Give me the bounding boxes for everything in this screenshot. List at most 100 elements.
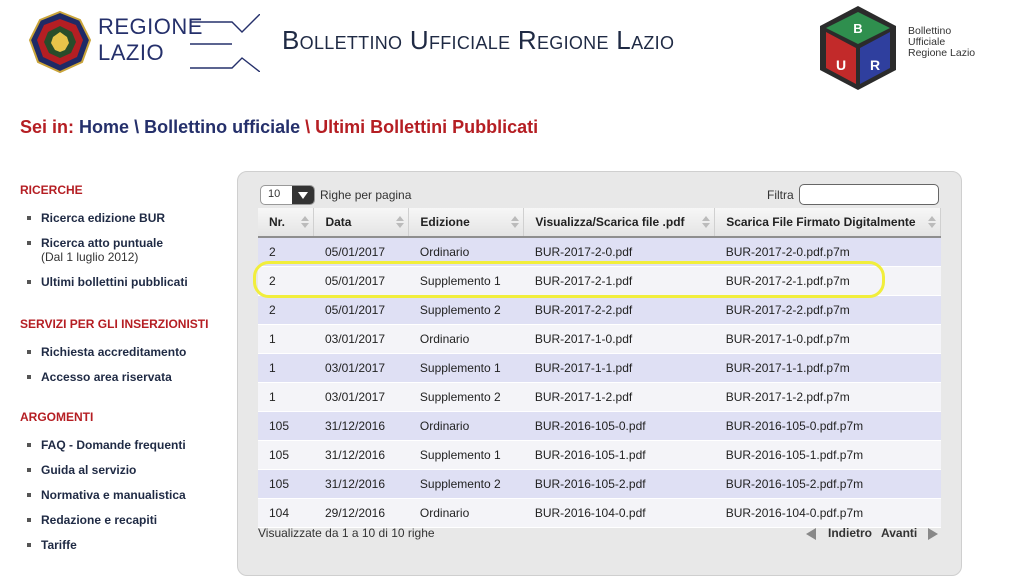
sort-icon[interactable] — [511, 216, 520, 229]
sidebar-heading: SERVIZI PER GLI INSERZIONISTI — [20, 317, 209, 331]
page-title: Bollettino Ufficiale Regione Lazio — [282, 25, 675, 55]
sidebar-item-richiesta-accreditamento[interactable]: Richiesta accreditamento — [20, 345, 230, 359]
cell-edizione: Ordinario — [408, 324, 524, 354]
sidebar-item-faq[interactable]: FAQ - Domande frequenti — [20, 438, 230, 452]
cell-p7m-link[interactable]: BUR-2017-2-2.pdf.p7m — [714, 295, 941, 325]
table-pager: Visualizzate da 1 a 10 di 10 righe Indie… — [258, 526, 941, 542]
column-header-edizione[interactable]: Edizione — [408, 208, 525, 238]
table-row[interactable]: 1 03/01/2017 Ordinario BUR-2017-1-0.pdf BUR-… — [258, 324, 941, 354]
cell-p7m-link[interactable]: BUR-2017-1-0.pdf.p7m — [714, 324, 941, 354]
cell-data: 03/01/2017 — [313, 324, 409, 354]
pager-next-button[interactable]: Avanti — [881, 526, 917, 540]
cell-pdf-link[interactable]: BUR-2017-2-1.pdf — [523, 266, 715, 296]
bur-cube-logo-icon[interactable]: B U R — [816, 4, 900, 92]
sidebar-item-ricerca-edizione[interactable]: Ricerca edizione BUR — [20, 211, 230, 225]
sidebar-item-tariffe[interactable]: Tariffe — [20, 538, 230, 552]
regione-line1: REGIONE — [98, 14, 203, 39]
page-size-value: 10 — [268, 188, 281, 200]
sort-icon[interactable] — [396, 216, 405, 229]
cell-pdf-link[interactable]: BUR-2017-1-2.pdf — [523, 382, 715, 412]
sidebar-item-label: Normativa e manualistica — [41, 488, 186, 502]
cell-p7m-link[interactable]: BUR-2017-1-2.pdf.p7m — [714, 382, 941, 412]
breadcrumb-section-link[interactable]: Bollettino ufficiale — [144, 117, 300, 137]
cell-data: 29/12/2016 — [313, 498, 409, 528]
cell-nr: 105 — [258, 440, 314, 470]
cell-pdf-link[interactable]: BUR-2016-105-2.pdf — [523, 469, 715, 499]
bur-letter-b: B — [853, 21, 862, 36]
cell-data: 31/12/2016 — [313, 411, 409, 441]
cell-nr: 105 — [258, 411, 314, 441]
cell-pdf-link[interactable]: BUR-2016-104-0.pdf — [523, 498, 715, 528]
page-size-select[interactable]: 10 — [260, 185, 315, 205]
sidebar-item-label: FAQ - Domande frequenti — [41, 438, 186, 452]
column-header-p7m[interactable]: Scarica File Firmato Digitalmente — [714, 208, 941, 238]
breadcrumb-current: Ultimi Bollettini Pubblicati — [315, 117, 539, 137]
sidebar-item-ricerca-atto[interactable]: Ricerca atto puntuale (Dal 1 luglio 2012) — [20, 236, 230, 264]
cell-p7m-link[interactable]: BUR-2016-105-2.pdf.p7m — [714, 469, 941, 499]
sort-icon[interactable] — [928, 216, 936, 229]
table-row[interactable]: 2 05/01/2017 Supplemento 2 BUR-2017-2-2.pdf… — [258, 295, 941, 325]
cell-nr: 1 — [258, 382, 314, 412]
sort-icon[interactable] — [301, 216, 310, 229]
pager-info: Visualizzate da 1 a 10 di 10 righe — [258, 526, 435, 540]
cell-data: 05/01/2017 — [313, 237, 409, 267]
sidebar-heading: RICERCHE — [20, 183, 83, 197]
table-row[interactable]: 105 31/12/2016 Supplemento 2 BUR-2016-105-2… — [258, 469, 941, 499]
table-row[interactable]: 2 05/01/2017 Ordinario BUR-2017-2-0.pdf BUR-… — [258, 237, 941, 267]
breadcrumb-separator: \ — [134, 117, 140, 137]
cell-nr: 1 — [258, 353, 314, 383]
sidebar-section-argomenti: ARGOMENTI FAQ - Domande frequenti Guida … — [20, 410, 230, 552]
pager-prev-button[interactable]: Indietro — [828, 526, 872, 540]
cell-nr: 105 — [258, 469, 314, 499]
column-header-nr[interactable]: Nr. — [258, 208, 315, 238]
cell-pdf-link[interactable]: BUR-2017-2-2.pdf — [523, 295, 715, 325]
sidebar-section-servizi: SERVIZI PER GLI INSERZIONISTI Richiesta … — [20, 317, 230, 384]
cell-pdf-link[interactable]: BUR-2017-2-0.pdf — [523, 237, 715, 267]
bur-subtitle: Bollettino Ufficiale Regione Lazio — [908, 26, 975, 59]
arrow-left-icon[interactable] — [806, 528, 816, 540]
sidebar-item-guida[interactable]: Guida al servizio — [20, 463, 230, 477]
cell-edizione: Supplemento 1 — [408, 353, 524, 383]
arrow-right-icon[interactable] — [928, 528, 938, 540]
sidebar-item-normativa[interactable]: Normativa e manualistica — [20, 488, 230, 502]
sidebar-item-label: Ricerca atto puntuale — [41, 236, 164, 250]
table-row[interactable]: 1 03/01/2017 Supplemento 1 BUR-2017-1-1.pdf… — [258, 353, 941, 383]
table-row[interactable]: 1 03/01/2017 Supplemento 2 BUR-2017-1-2.pdf… — [258, 382, 941, 412]
sidebar-heading: ARGOMENTI — [20, 410, 94, 424]
column-header-label: Scarica File Firmato Digitalmente — [726, 215, 916, 229]
sidebar-item-label: Guida al servizio — [41, 463, 137, 477]
column-header-data[interactable]: Data — [313, 208, 410, 238]
sidebar-item-accesso-area-riservata[interactable]: Accesso area riservata — [20, 370, 230, 384]
site-header: REGIONE LAZIO Bollettino Ufficiale Regio… — [0, 0, 1024, 100]
sidebar-item-sublabel: (Dal 1 luglio 2012) — [41, 250, 139, 264]
cell-p7m-link[interactable]: BUR-2017-2-1.pdf.p7m — [714, 266, 941, 296]
table-row[interactable]: 104 29/12/2016 Ordinario BUR-2016-104-0.pdf… — [258, 498, 941, 528]
sidebar-item-ultimi-bollettini[interactable]: Ultimi bollettini pubblicati — [20, 275, 230, 289]
sidebar-section-ricerche: RICERCHE Ricerca edizione BUR Ricerca at… — [20, 183, 230, 289]
cell-data: 03/01/2017 — [313, 353, 409, 383]
sidebar-item-redazione[interactable]: Redazione e recapiti — [20, 513, 230, 527]
cell-p7m-link[interactable]: BUR-2016-105-0.pdf.p7m — [714, 411, 941, 441]
filter-input[interactable] — [799, 184, 939, 205]
cell-pdf-link[interactable]: BUR-2017-1-0.pdf — [523, 324, 715, 354]
cell-pdf-link[interactable]: BUR-2016-105-1.pdf — [523, 440, 715, 470]
cell-p7m-link[interactable]: BUR-2016-105-1.pdf.p7m — [714, 440, 941, 470]
table-row[interactable]: 2 05/01/2017 Supplemento 1 BUR-2017-2-1.pdf… — [258, 266, 941, 296]
breadcrumb-home-link[interactable]: Home — [79, 117, 129, 137]
chevron-down-icon[interactable] — [292, 186, 314, 204]
cell-p7m-link[interactable]: BUR-2016-104-0.pdf.p7m — [714, 498, 941, 528]
table-row[interactable]: 105 31/12/2016 Supplemento 1 BUR-2016-105-1… — [258, 440, 941, 470]
cell-data: 05/01/2017 — [313, 295, 409, 325]
regione-lazio-wordmark[interactable]: REGIONE LAZIO — [98, 14, 203, 66]
breadcrumb-prefix: Sei in: — [20, 117, 75, 137]
table-row[interactable]: 105 31/12/2016 Ordinario BUR-2016-105-0.pdf… — [258, 411, 941, 441]
cell-p7m-link[interactable]: BUR-2017-1-1.pdf.p7m — [714, 353, 941, 383]
cell-data: 03/01/2017 — [313, 382, 409, 412]
column-header-pdf[interactable]: Visualizza/Scarica file .pdf — [523, 208, 716, 238]
sort-icon[interactable] — [702, 216, 711, 229]
table-header-row: Nr. Data Edizione Visualizza/Scarica fil… — [258, 208, 941, 238]
cell-pdf-link[interactable]: BUR-2017-1-1.pdf — [523, 353, 715, 383]
cell-pdf-link[interactable]: BUR-2016-105-0.pdf — [523, 411, 715, 441]
cell-p7m-link[interactable]: BUR-2017-2-0.pdf.p7m — [714, 237, 941, 267]
regione-lazio-emblem-icon[interactable] — [28, 10, 92, 74]
